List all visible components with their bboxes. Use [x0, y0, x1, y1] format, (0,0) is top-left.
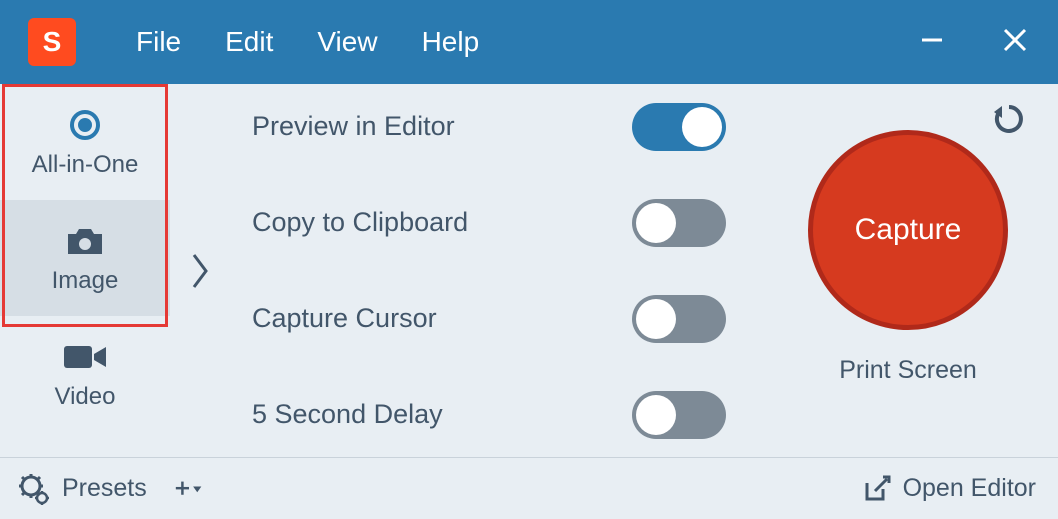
sidebar-label-video: Video [55, 383, 116, 411]
open-editor-button[interactable]: Open Editor [863, 474, 1036, 503]
capture-button-label: Capture [855, 213, 962, 247]
toggle-delay[interactable] [632, 391, 726, 439]
settings-button[interactable] [18, 473, 50, 505]
option-clipboard-label: Copy to Clipboard [252, 207, 632, 238]
sidebar-item-all-in-one[interactable]: All-in-One [0, 84, 170, 200]
capture-button[interactable]: Capture [808, 130, 1008, 330]
option-preview-label: Preview in Editor [252, 111, 632, 142]
sidebar-item-video[interactable]: Video [0, 316, 170, 432]
sidebar-label-image: Image [52, 267, 119, 295]
undo-icon [992, 102, 1026, 136]
menu-edit[interactable]: Edit [225, 26, 273, 58]
chevron-right-icon [190, 249, 210, 293]
minimize-button[interactable] [918, 26, 946, 59]
minimize-icon [918, 26, 946, 54]
plus-dropdown-icon [175, 479, 203, 499]
toggle-preview[interactable] [632, 103, 726, 151]
option-preview-row: Preview in Editor [252, 103, 758, 151]
open-editor-label: Open Editor [903, 474, 1036, 503]
menu-file[interactable]: File [136, 26, 181, 58]
camera-icon [64, 224, 106, 258]
expand-arrow[interactable] [170, 84, 230, 457]
option-cursor-label: Capture Cursor [252, 303, 632, 334]
gear-icon [18, 473, 50, 505]
option-cursor-row: Capture Cursor [252, 295, 758, 343]
close-button[interactable] [1000, 25, 1030, 60]
sidebar-label-all-in-one: All-in-One [32, 151, 139, 179]
menu-view[interactable]: View [317, 26, 377, 58]
option-clipboard-row: Copy to Clipboard [252, 199, 758, 247]
menu-help[interactable]: Help [422, 26, 480, 58]
toggle-cursor[interactable] [632, 295, 726, 343]
video-icon [62, 342, 108, 372]
presets-label[interactable]: Presets [62, 474, 147, 503]
option-delay-row: 5 Second Delay [252, 391, 758, 439]
open-editor-icon [863, 475, 891, 503]
undo-button[interactable] [992, 102, 1026, 141]
close-icon [1000, 25, 1030, 55]
capture-shortcut-label: Print Screen [839, 356, 977, 385]
target-icon [68, 108, 102, 142]
toggle-clipboard[interactable] [632, 199, 726, 247]
add-preset-button[interactable] [175, 479, 203, 499]
option-delay-label: 5 Second Delay [252, 399, 632, 430]
app-logo: S [28, 18, 76, 66]
sidebar-item-image[interactable]: Image [0, 200, 170, 316]
